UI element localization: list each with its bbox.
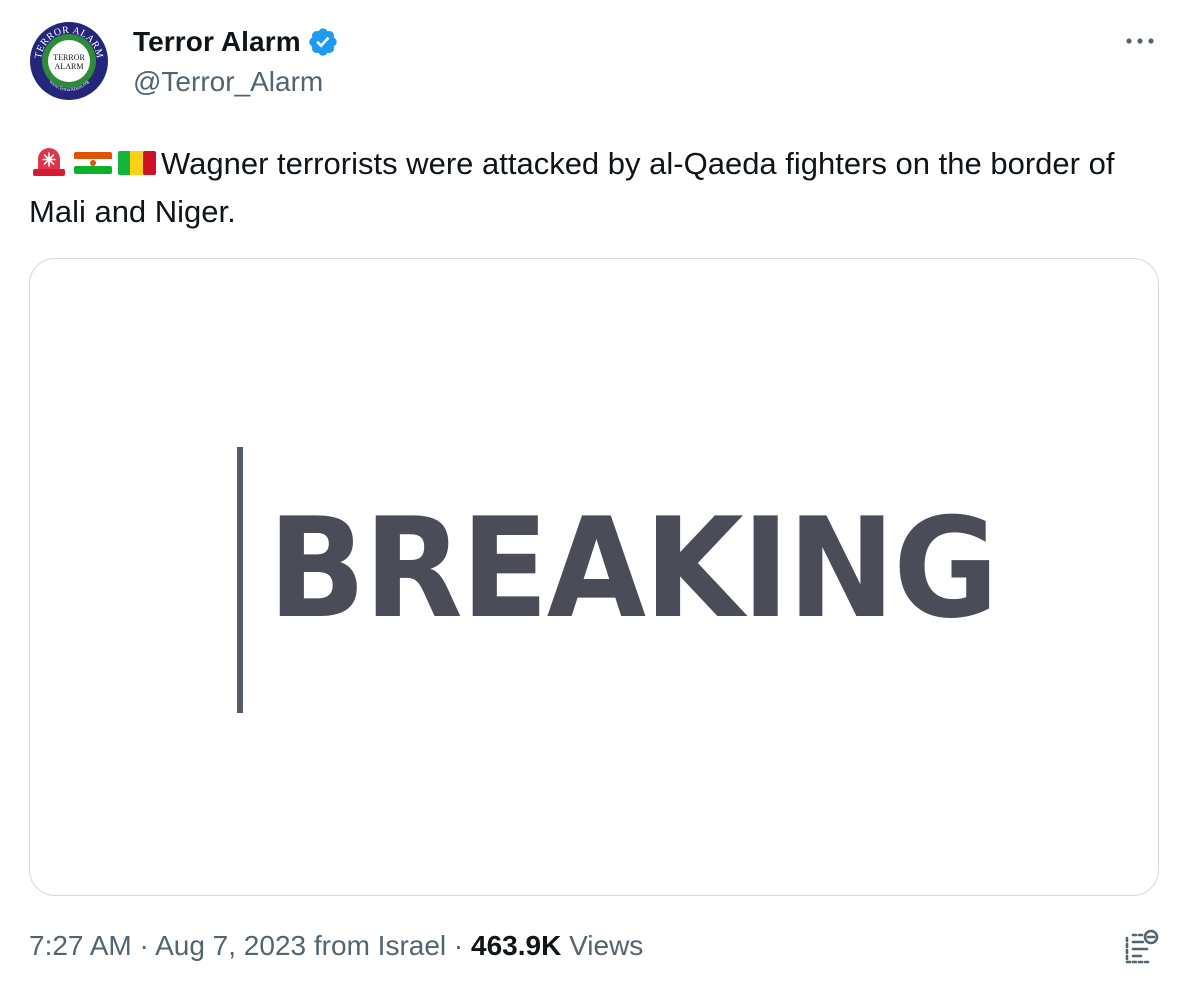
verified-badge-icon[interactable]	[307, 26, 339, 58]
avatar[interactable]: TERROR ALARM www.TerrorAlarm.org TERROR …	[29, 21, 109, 101]
svg-text:TERROR: TERROR	[53, 53, 85, 62]
meta-separator: ·	[139, 930, 149, 961]
views-count: 463.9K	[471, 930, 562, 961]
breaking-divider	[237, 447, 243, 713]
tweet-text: Wagner terrorists were attacked by al-Qa…	[29, 140, 1159, 236]
meta-separator: ·	[453, 930, 464, 961]
views-label: Views	[569, 930, 644, 961]
more-options-button[interactable]	[1120, 26, 1160, 56]
svg-text:ALARM: ALARM	[55, 62, 84, 71]
tweet-time[interactable]: 7:27 AM	[29, 930, 132, 961]
niger-flag-emoji	[73, 145, 113, 177]
author-display-name[interactable]: Terror Alarm	[133, 24, 339, 60]
terror-alarm-logo: TERROR ALARM www.TerrorAlarm.org TERROR …	[30, 22, 108, 100]
tweet-meta: 7:27 AM · Aug 7, 2023 from Israel · 463.…	[29, 930, 643, 962]
author-handle[interactable]: @Terror_Alarm	[133, 66, 323, 98]
more-dots-icon	[1126, 38, 1154, 44]
rotating-light-emoji	[29, 145, 69, 177]
view-analytics-button[interactable]	[1121, 928, 1161, 968]
mali-flag-emoji	[117, 145, 157, 177]
tweet-source: from Israel	[313, 930, 447, 961]
breaking-headline: BREAKING	[268, 488, 999, 649]
tweet-media-image[interactable]: BREAKING	[29, 258, 1159, 896]
tweet-date[interactable]: Aug 7, 2023	[155, 930, 306, 961]
analytics-icon	[1125, 929, 1159, 964]
display-name-text[interactable]: Terror Alarm	[133, 26, 301, 58]
tweet-body: Wagner terrorists were attacked by al-Qa…	[29, 146, 1115, 229]
